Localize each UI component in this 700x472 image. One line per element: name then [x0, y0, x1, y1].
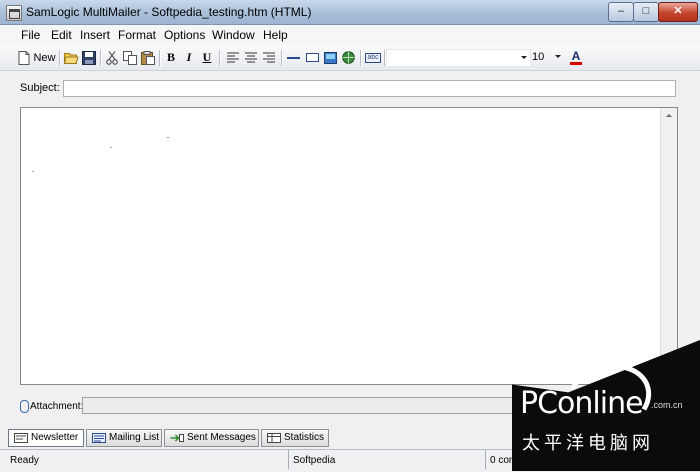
toolbar: New B I U abc	[0, 45, 700, 71]
menu-window[interactable]: Window	[212, 28, 255, 42]
horizontal-line-icon	[286, 56, 300, 59]
font-color-icon: A	[571, 48, 581, 63]
cut-button[interactable]	[104, 49, 120, 66]
tab-statistics-label: Statistics	[284, 432, 325, 443]
copy-icon	[123, 50, 137, 65]
tab-newsletter-label: Newsletter	[31, 432, 79, 443]
font-color-swatch	[570, 61, 582, 65]
maximize-button[interactable]: □	[633, 2, 659, 22]
scroll-up-icon	[666, 114, 672, 117]
status-ready: Ready	[10, 455, 39, 466]
text-box-icon	[305, 53, 319, 62]
window-title: SamLogic MultiMailer - Softpedia_testing…	[26, 5, 312, 19]
cut-icon	[106, 50, 118, 65]
font-size-arrow-icon	[555, 55, 561, 58]
menu-insert[interactable]: Insert	[80, 28, 110, 42]
sent-messages-icon	[170, 434, 184, 442]
underline-button[interactable]: U	[200, 49, 214, 66]
text-box-button[interactable]	[304, 49, 320, 66]
open-folder-icon	[63, 53, 79, 64]
horizontal-line-button[interactable]	[285, 49, 301, 66]
italic-button[interactable]: I	[182, 49, 196, 66]
subject-label: Subject:	[20, 82, 60, 94]
tab-mailing-list-label: Mailing List	[109, 432, 160, 443]
font-name-select[interactable]	[386, 49, 531, 67]
align-center-button[interactable]	[243, 49, 259, 66]
tab-statistics[interactable]: Statistics	[261, 429, 329, 447]
statistics-icon	[267, 433, 281, 443]
tab-newsletter[interactable]: Newsletter	[8, 429, 84, 447]
hyperlink-button[interactable]	[340, 49, 356, 66]
new-button[interactable]: New	[17, 49, 57, 66]
open-button[interactable]	[63, 49, 79, 66]
menu-format[interactable]: Format	[118, 28, 156, 42]
title-bar[interactable]: SamLogic MultiMailer - Softpedia_testing…	[0, 0, 700, 25]
insert-image-button[interactable]	[322, 49, 338, 66]
menu-edit[interactable]: Edit	[51, 28, 72, 42]
bold-button[interactable]: B	[164, 49, 178, 66]
spell-check-icon: abc	[365, 52, 381, 63]
tab-sent-messages[interactable]: Sent Messages	[164, 429, 259, 447]
save-icon	[82, 50, 96, 65]
watermark-logo: PConline	[520, 386, 644, 421]
new-document-icon	[18, 50, 30, 65]
tab-sent-messages-label: Sent Messages	[187, 432, 256, 443]
align-left-button[interactable]	[225, 49, 241, 66]
align-right-icon	[263, 52, 275, 63]
watermark-domain: .com.cn	[651, 400, 683, 410]
align-left-icon	[227, 52, 239, 63]
copy-button[interactable]	[122, 49, 138, 66]
watermark: PConline .com.cn 太平洋电脑网	[512, 340, 700, 471]
font-size-select[interactable]: 10	[529, 49, 562, 65]
minimize-button[interactable]: –	[608, 2, 634, 22]
insert-image-icon	[323, 51, 337, 64]
menu-bar: File Edit Insert Format Options Window H…	[0, 25, 700, 45]
newsletter-icon	[14, 433, 28, 443]
font-name-arrow-icon	[521, 56, 527, 59]
menu-help[interactable]: Help	[263, 28, 288, 42]
menu-options[interactable]: Options	[164, 28, 205, 42]
font-size-value: 10	[532, 51, 545, 63]
watermark-chinese: 太平洋电脑网	[522, 433, 654, 453]
italic-icon: I	[186, 50, 192, 64]
paste-button[interactable]	[140, 49, 156, 66]
paperclip-icon	[20, 400, 29, 413]
menu-file[interactable]: File	[21, 28, 40, 42]
subject-input[interactable]	[63, 80, 676, 97]
save-button[interactable]	[81, 49, 97, 66]
align-center-icon	[245, 52, 257, 63]
tab-mailing-list[interactable]: Mailing List	[86, 429, 162, 447]
hyperlink-globe-icon	[341, 51, 355, 64]
bold-icon: B	[166, 50, 175, 64]
app-icon	[6, 5, 22, 21]
spell-check-button[interactable]: abc	[364, 49, 382, 66]
font-color-button[interactable]: A	[569, 49, 583, 66]
status-publisher: Softpedia	[293, 455, 336, 466]
close-button[interactable]: ✕	[658, 2, 698, 22]
align-right-button[interactable]	[261, 49, 277, 66]
mailing-list-icon	[92, 433, 106, 443]
attachment-label: Attachment:	[30, 401, 84, 412]
underline-icon: U	[202, 50, 212, 64]
new-button-label: New	[33, 51, 56, 64]
paste-icon	[141, 50, 155, 65]
